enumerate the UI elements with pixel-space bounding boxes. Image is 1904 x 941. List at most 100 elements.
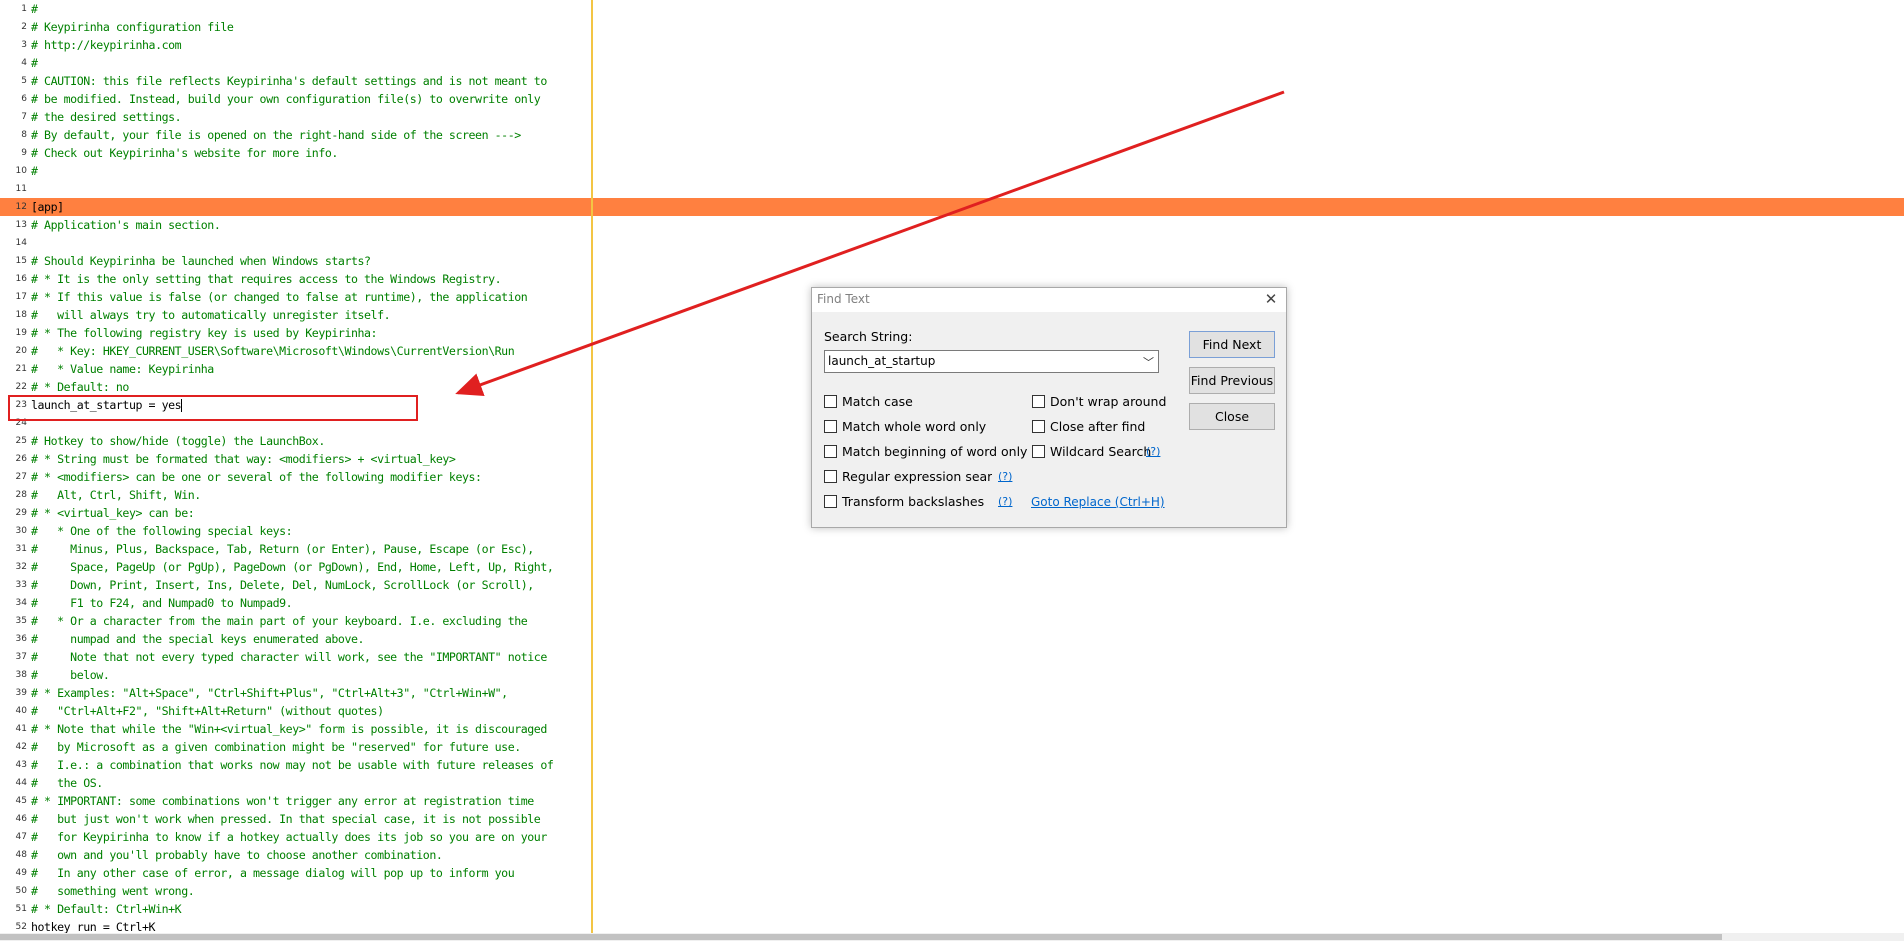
line-text[interactable]: # * String must be formated that way: <m…: [31, 450, 456, 468]
editor-line[interactable]: 36 # numpad and the special keys enumerat…: [0, 630, 1904, 648]
editor-line[interactable]: 31 # Minus, Plus, Backspace, Tab, Return …: [0, 540, 1904, 558]
goto-replace-link[interactable]: Goto Replace (Ctrl+H): [1031, 495, 1165, 509]
line-text[interactable]: # the desired settings.: [31, 108, 182, 126]
line-text[interactable]: # the OS.: [31, 774, 103, 792]
line-text[interactable]: # but just won't work when pressed. In t…: [31, 810, 541, 828]
scrollbar-thumb[interactable]: [0, 934, 1722, 940]
editor-line[interactable]: 42 # by Microsoft as a given combination …: [0, 738, 1904, 756]
line-text[interactable]: # Application's main section.: [31, 216, 221, 234]
checkbox-box[interactable]: [824, 470, 837, 483]
line-text[interactable]: # * <modifiers> can be one or several of…: [31, 468, 482, 486]
close-after-find-checkbox[interactable]: Close after find: [1032, 419, 1145, 435]
line-text[interactable]: # I.e.: a combination that works now may…: [31, 756, 554, 774]
editor-line[interactable]: 13 # Application's main section.: [0, 216, 1904, 234]
line-text[interactable]: # Should Keypirinha be launched when Win…: [31, 252, 371, 270]
line-text[interactable]: # own and you'll probably have to choose…: [31, 846, 443, 864]
dialog-titlebar[interactable]: Find Text ✕: [812, 288, 1286, 312]
close-button[interactable]: Close: [1189, 403, 1275, 430]
editor-line[interactable]: 34 # F1 to F24, and Numpad0 to Numpad9.: [0, 594, 1904, 612]
horizontal-scrollbar[interactable]: [0, 933, 1904, 941]
line-text[interactable]: # * <virtual_key> can be:: [31, 504, 195, 522]
line-text[interactable]: # * Value name: Keypirinha: [31, 360, 214, 378]
checkbox-box[interactable]: [1032, 395, 1045, 408]
line-text[interactable]: # * Examples: "Alt+Space", "Ctrl+Shift+P…: [31, 684, 508, 702]
editor-line[interactable]: 5 # CAUTION: this file reflects Keypirinh…: [0, 72, 1904, 90]
editor-line[interactable]: 39 # * Examples: "Alt+Space", "Ctrl+Shift…: [0, 684, 1904, 702]
line-text[interactable]: # * Or a character from the main part of…: [31, 612, 528, 630]
search-value[interactable]: launch_at_startup: [828, 354, 935, 368]
editor-line[interactable]: 41 # * Note that while the "Win+<virtual_…: [0, 720, 1904, 738]
checkbox-box[interactable]: [824, 445, 837, 458]
line-text[interactable]: # * If this value is false (or changed t…: [31, 288, 528, 306]
editor-line[interactable]: 15 # Should Keypirinha be launched when W…: [0, 252, 1904, 270]
editor-line[interactable]: 49 # In any other case of error, a messag…: [0, 864, 1904, 882]
editor-line[interactable]: 12 [app]: [0, 198, 1904, 216]
line-text[interactable]: # "Ctrl+Alt+F2", "Shift+Alt+Return" (wit…: [31, 702, 384, 720]
line-text[interactable]: # Note that not every typed character wi…: [31, 648, 547, 666]
editor-line[interactable]: 35 # * Or a character from the main part …: [0, 612, 1904, 630]
line-text[interactable]: [app]: [31, 198, 64, 216]
editor-line[interactable]: 4 #: [0, 54, 1904, 72]
editor-line[interactable]: 11: [0, 180, 1904, 198]
editor-line[interactable]: 40 # "Ctrl+Alt+F2", "Shift+Alt+Return" (w…: [0, 702, 1904, 720]
line-text[interactable]: # Check out Keypirinha's website for mor…: [31, 144, 338, 162]
match-case-checkbox[interactable]: Match case: [824, 394, 913, 410]
backslash-help-link[interactable]: (?): [998, 495, 1012, 508]
line-text[interactable]: # F1 to F24, and Numpad0 to Numpad9.: [31, 594, 293, 612]
find-next-button[interactable]: Find Next: [1189, 331, 1275, 358]
wildcard-help-link[interactable]: (?): [1146, 445, 1160, 458]
editor-line[interactable]: 10 #: [0, 162, 1904, 180]
editor-line[interactable]: 45 # * IMPORTANT: some combinations won't…: [0, 792, 1904, 810]
close-icon[interactable]: ✕: [1262, 290, 1280, 308]
line-text[interactable]: #: [31, 0, 38, 18]
line-text[interactable]: # something went wrong.: [31, 882, 195, 900]
line-text[interactable]: # * It is the only setting that requires…: [31, 270, 502, 288]
line-text[interactable]: # * Key: HKEY_CURRENT_USER\Software\Micr…: [31, 342, 515, 360]
editor-line[interactable]: 47 # for Keypirinha to know if a hotkey a…: [0, 828, 1904, 846]
checkbox-box[interactable]: [824, 495, 837, 508]
checkbox-box[interactable]: [824, 420, 837, 433]
editor-line[interactable]: 37 # Note that not every typed character …: [0, 648, 1904, 666]
editor-line[interactable]: 2 # Keypirinha configuration file: [0, 18, 1904, 36]
line-text[interactable]: # will always try to automatically unreg…: [31, 306, 391, 324]
line-text[interactable]: # by Microsoft as a given combination mi…: [31, 738, 521, 756]
match-whole-word-checkbox[interactable]: Match whole word only: [824, 419, 986, 435]
match-beginning-checkbox[interactable]: Match beginning of word only: [824, 444, 1027, 460]
search-input[interactable]: launch_at_startup ﹀: [824, 350, 1159, 373]
line-text[interactable]: # numpad and the special keys enumerated…: [31, 630, 364, 648]
editor-line[interactable]: 9 # Check out Keypirinha's website for mo…: [0, 144, 1904, 162]
checkbox-box[interactable]: [1032, 445, 1045, 458]
transform-backslashes-checkbox[interactable]: Transform backslashes: [824, 494, 984, 510]
line-text[interactable]: # * IMPORTANT: some combinations won't t…: [31, 792, 534, 810]
editor-line[interactable]: 3 # http://keypirinha.com: [0, 36, 1904, 54]
line-text[interactable]: # CAUTION: this file reflects Keypirinha…: [31, 72, 547, 90]
regex-search-checkbox[interactable]: Regular expression search: [824, 469, 992, 485]
find-previous-button[interactable]: Find Previous: [1189, 367, 1275, 394]
line-text[interactable]: # * Note that while the "Win+<virtual_ke…: [31, 720, 547, 738]
editor-line[interactable]: 50 # something went wrong.: [0, 882, 1904, 900]
line-text[interactable]: # http://keypirinha.com: [31, 36, 182, 54]
editor-line[interactable]: 32 # Space, PageUp (or PgUp), PageDown (o…: [0, 558, 1904, 576]
line-text[interactable]: # * One of the following special keys:: [31, 522, 293, 540]
line-text[interactable]: # Down, Print, Insert, Ins, Delete, Del,…: [31, 576, 534, 594]
editor-line[interactable]: 43 # I.e.: a combination that works now m…: [0, 756, 1904, 774]
line-text[interactable]: # * The following registry key is used b…: [31, 324, 378, 342]
line-text[interactable]: # By default, your file is opened on the…: [31, 126, 521, 144]
line-text[interactable]: # Minus, Plus, Backspace, Tab, Return (o…: [31, 540, 534, 558]
editor-line[interactable]: 1 #: [0, 0, 1904, 18]
editor-line[interactable]: 16 # * It is the only setting that requir…: [0, 270, 1904, 288]
checkbox-box[interactable]: [824, 395, 837, 408]
wildcard-search-checkbox[interactable]: Wildcard Search: [1032, 444, 1151, 460]
editor-line[interactable]: 7 # the desired settings.: [0, 108, 1904, 126]
editor-line[interactable]: 6 # be modified. Instead, build your own …: [0, 90, 1904, 108]
line-text[interactable]: #: [31, 162, 38, 180]
line-text[interactable]: # Space, PageUp (or PgUp), PageDown (or …: [31, 558, 554, 576]
line-text[interactable]: # * Default: Ctrl+Win+K: [31, 900, 182, 918]
line-text[interactable]: # Alt, Ctrl, Shift, Win.: [31, 486, 201, 504]
editor-line[interactable]: 14: [0, 234, 1904, 252]
editor-line[interactable]: 33 # Down, Print, Insert, Ins, Delete, De…: [0, 576, 1904, 594]
line-text[interactable]: # for Keypirinha to know if a hotkey act…: [31, 828, 547, 846]
line-text[interactable]: # * Default: no: [31, 378, 129, 396]
editor-line[interactable]: 46 # but just won't work when pressed. In…: [0, 810, 1904, 828]
editor-line[interactable]: 38 # below.: [0, 666, 1904, 684]
